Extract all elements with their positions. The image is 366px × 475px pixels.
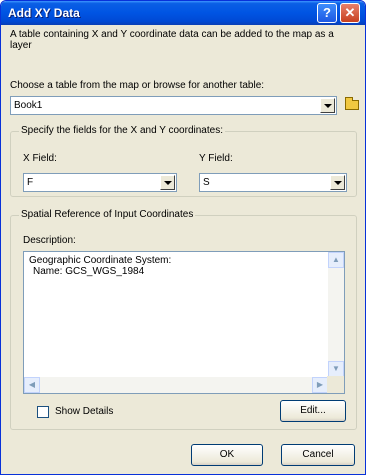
intro-text: A table containing X and Y coordinate da… <box>10 29 334 51</box>
table-select[interactable]: Book1 <box>10 96 337 115</box>
description-textarea[interactable]: Geographic Coordinate System: Name: GCS_… <box>23 251 345 394</box>
chevron-down-icon[interactable] <box>160 175 175 190</box>
chevron-down-icon[interactable] <box>330 175 345 190</box>
description-line: Name: GCS_WGS_1984 <box>33 266 145 277</box>
scroll-down-icon[interactable]: ▼ <box>328 361 344 377</box>
scroll-corner <box>327 376 344 393</box>
scroll-right-icon[interactable]: ▶ <box>312 377 328 393</box>
x-field-label: X Field: <box>23 153 57 164</box>
table-select-value: Book1 <box>14 100 43 111</box>
dialog-title: Add XY Data <box>8 6 80 20</box>
vertical-scrollbar[interactable]: ▲ ▼ <box>328 252 344 377</box>
browse-button[interactable] <box>342 96 362 115</box>
y-field-select[interactable]: S <box>199 173 347 192</box>
help-button[interactable]: ? <box>317 3 337 23</box>
close-button[interactable]: ✕ <box>340 3 360 23</box>
fields-group-label: Specify the fields for the X and Y coord… <box>19 125 225 136</box>
edit-button[interactable]: Edit... <box>280 400 346 422</box>
horizontal-scrollbar[interactable]: ◀ ▶ <box>24 377 328 393</box>
open-folder-icon <box>345 97 359 110</box>
ok-button[interactable]: OK <box>191 444 263 466</box>
show-details-checkbox[interactable] <box>37 406 49 418</box>
title-bar[interactable]: Add XY Data ? ✕ <box>1 1 365 25</box>
chevron-down-icon[interactable] <box>320 98 335 113</box>
scroll-left-icon[interactable]: ◀ <box>24 377 40 393</box>
description-line: Geographic Coordinate System: <box>29 255 172 266</box>
spatial-reference-label: Spatial Reference of Input Coordinates <box>19 209 196 220</box>
x-field-value: F <box>27 177 34 188</box>
show-details-label: Show Details <box>55 406 114 417</box>
scroll-up-icon[interactable]: ▲ <box>328 252 344 268</box>
y-field-value: S <box>203 177 210 188</box>
table-select-label: Choose a table from the map or browse fo… <box>10 80 265 91</box>
description-label: Description: <box>23 235 76 246</box>
add-xy-data-dialog: Add XY Data ? ✕ A table containing X and… <box>0 0 366 475</box>
x-field-select[interactable]: F <box>23 173 177 192</box>
cancel-button[interactable]: Cancel <box>281 444 355 466</box>
y-field-label: Y Field: <box>199 153 233 164</box>
